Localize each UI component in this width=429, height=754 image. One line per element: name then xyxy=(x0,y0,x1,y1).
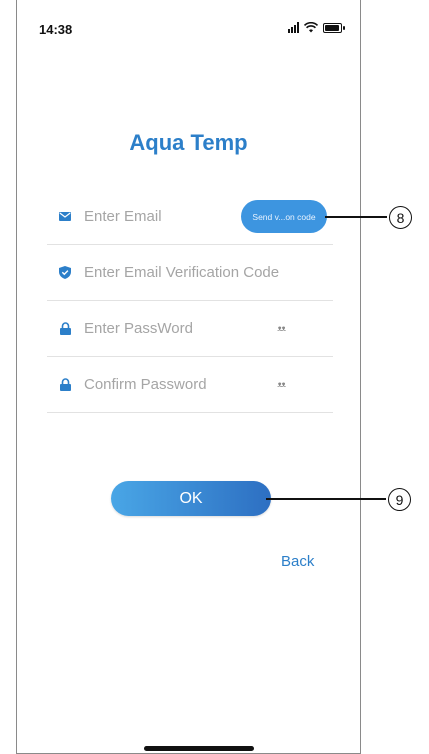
back-link[interactable]: Back xyxy=(281,553,314,570)
envelope-icon xyxy=(58,209,72,223)
home-indicator xyxy=(144,746,254,751)
send-verification-code-button[interactable]: Send v...on code xyxy=(241,200,327,233)
signal-icon xyxy=(288,22,299,33)
code-placeholder: Enter Email Verification Code xyxy=(84,263,280,281)
eye-closed-icon[interactable]: ᴥᴥ xyxy=(277,324,286,333)
lock-icon xyxy=(58,377,72,391)
verification-code-field[interactable]: Enter Email Verification Code xyxy=(47,244,333,301)
callout-number-8: 8 xyxy=(389,206,412,229)
status-time: 14:38 xyxy=(39,22,73,37)
password-field[interactable]: Enter PassWord ᴥᴥ xyxy=(47,300,333,357)
ok-button[interactable]: OK xyxy=(111,481,271,516)
callout-line-9 xyxy=(266,498,386,500)
lock-icon xyxy=(58,321,72,335)
email-placeholder: Enter Email xyxy=(84,207,162,225)
eye-closed-icon[interactable]: ᴥᴥ xyxy=(277,380,286,389)
status-icons xyxy=(288,22,345,33)
phone-screen: 14:38 Aqua Temp Enter Email Enter Email … xyxy=(16,0,361,754)
confirm-placeholder: Confirm Password xyxy=(84,375,207,393)
app-title: Aqua Temp xyxy=(129,130,248,155)
battery-icon xyxy=(323,22,345,33)
callout-line-8 xyxy=(325,216,387,218)
wifi-icon xyxy=(304,22,318,33)
password-placeholder: Enter PassWord xyxy=(84,319,193,337)
callout-number-9: 9 xyxy=(388,488,411,511)
confirm-password-field[interactable]: Confirm Password ᴥᴥ xyxy=(47,356,333,413)
shield-icon xyxy=(58,265,72,279)
